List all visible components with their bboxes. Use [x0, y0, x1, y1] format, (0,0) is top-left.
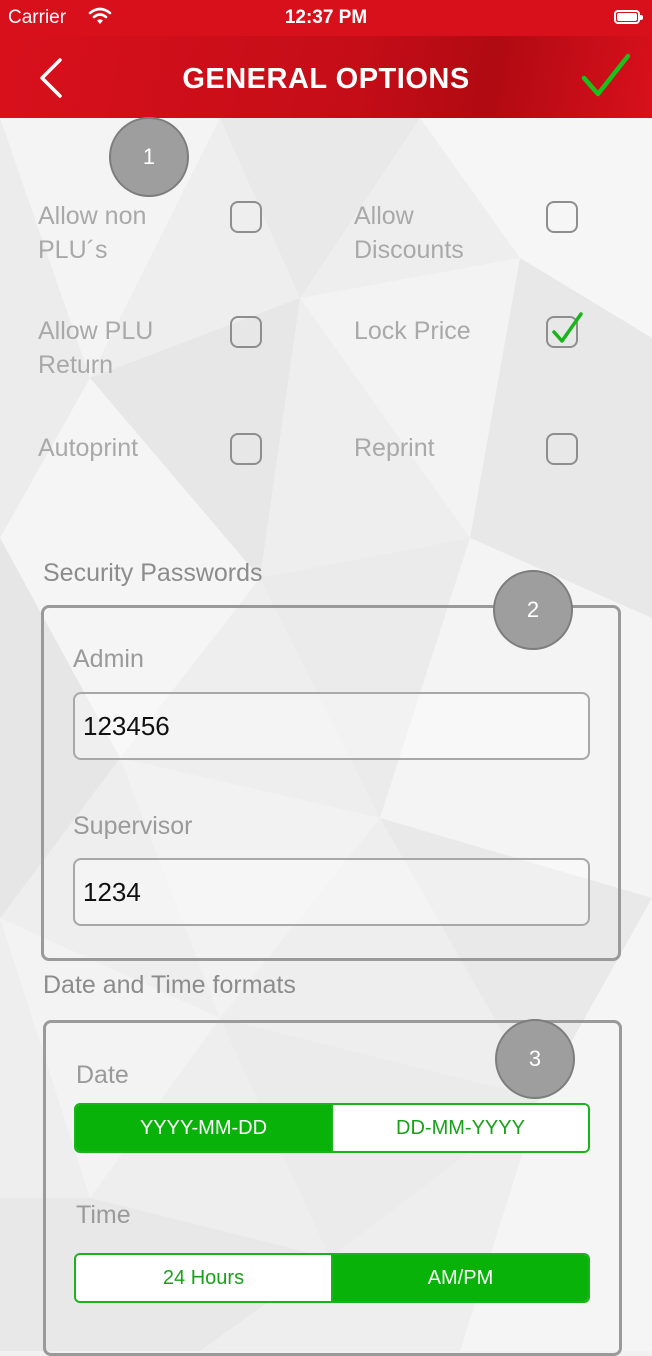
date-format-option-dd-mm-yyyy[interactable]: DD-MM-YYYY — [331, 1105, 588, 1151]
page-title: GENERAL OPTIONS — [182, 63, 470, 95]
checkbox-autoprint[interactable] — [230, 433, 262, 465]
checkbox-allow-plu-return[interactable] — [230, 316, 262, 348]
status-bar: Carrier 12:37 PM — [0, 0, 652, 36]
checkbox-allow-non-plus[interactable] — [230, 201, 262, 233]
date-format-segmented-control: YYYY-MM-DD DD-MM-YYYY — [74, 1103, 590, 1153]
option-label-lock-price: Lock Price — [354, 317, 471, 345]
security-passwords-title: Security Passwords — [43, 559, 263, 587]
supervisor-password-input[interactable] — [73, 858, 590, 926]
option-label-allow-discounts: Allow Discounts — [354, 202, 464, 264]
check-icon — [552, 312, 583, 343]
save-checkmark-icon[interactable] — [580, 52, 632, 105]
option-label-allow-non-plus: Allow non PLU´s — [38, 202, 147, 264]
date-time-formats-title: Date and Time formats — [43, 971, 296, 999]
checkbox-lock-price[interactable] — [546, 312, 583, 348]
checkbox-allow-discounts[interactable] — [546, 201, 578, 233]
option-label-allow-plu-return: Allow PLU Return — [38, 317, 154, 379]
callout-badge-1: 1 — [109, 117, 189, 197]
checkbox-reprint[interactable] — [546, 433, 578, 465]
time-format-option-24-hours[interactable]: 24 Hours — [76, 1255, 331, 1301]
option-label-autoprint: Autoprint — [38, 434, 139, 462]
callout-badge-2: 2 — [493, 570, 573, 650]
supervisor-label: Supervisor — [73, 812, 193, 840]
time-label: Time — [76, 1201, 131, 1229]
date-format-option-yyyy-mm-dd[interactable]: YYYY-MM-DD — [76, 1105, 331, 1151]
date-label: Date — [76, 1061, 129, 1089]
callout-badge-3: 3 — [495, 1019, 575, 1099]
admin-password-input[interactable] — [73, 692, 590, 760]
battery-icon — [614, 10, 643, 24]
time-format-option-am-pm[interactable]: AM/PM — [331, 1255, 588, 1301]
nav-bar: GENERAL OPTIONS — [0, 36, 652, 118]
admin-label: Admin — [73, 645, 144, 673]
clock: 12:37 PM — [284, 7, 368, 28]
option-label-reprint: Reprint — [354, 434, 435, 462]
time-format-segmented-control: 24 Hours AM/PM — [74, 1253, 590, 1303]
